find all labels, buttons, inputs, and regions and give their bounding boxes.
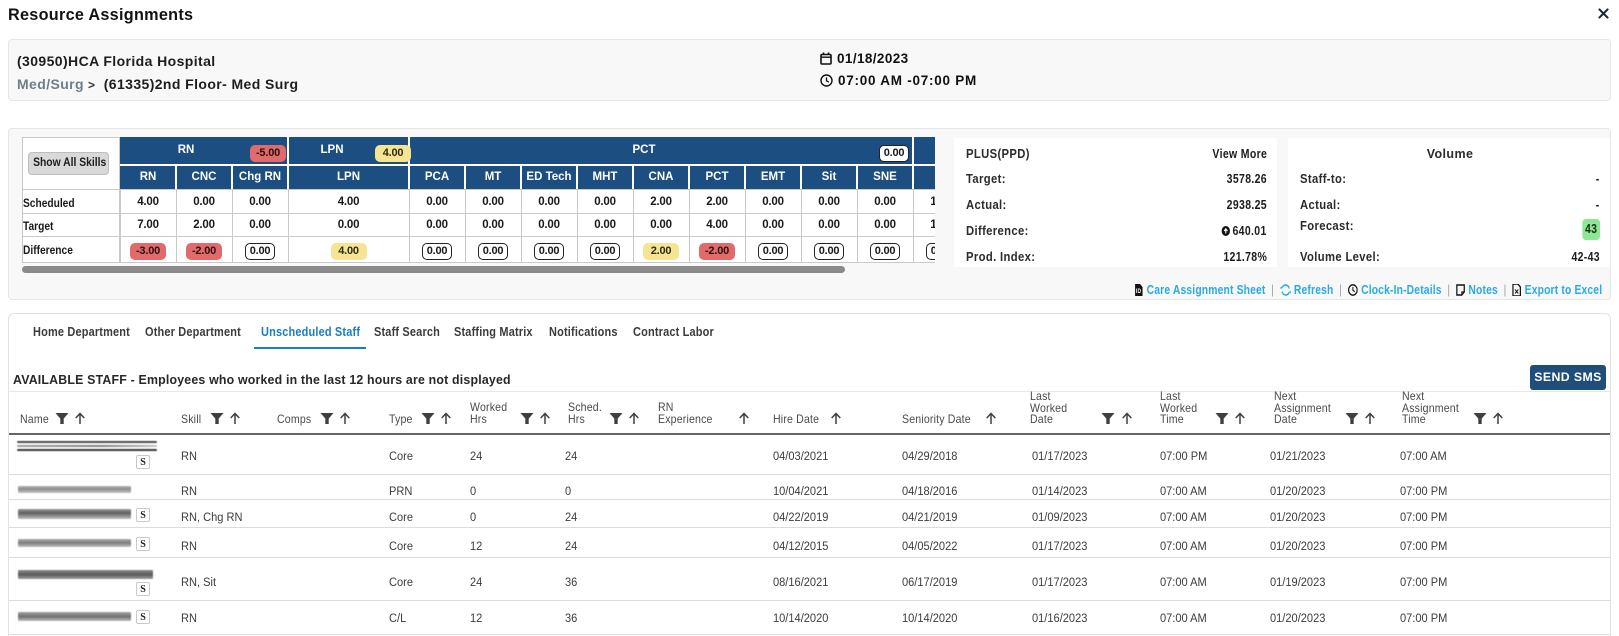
svg-text:ID: ID xyxy=(1136,289,1141,296)
